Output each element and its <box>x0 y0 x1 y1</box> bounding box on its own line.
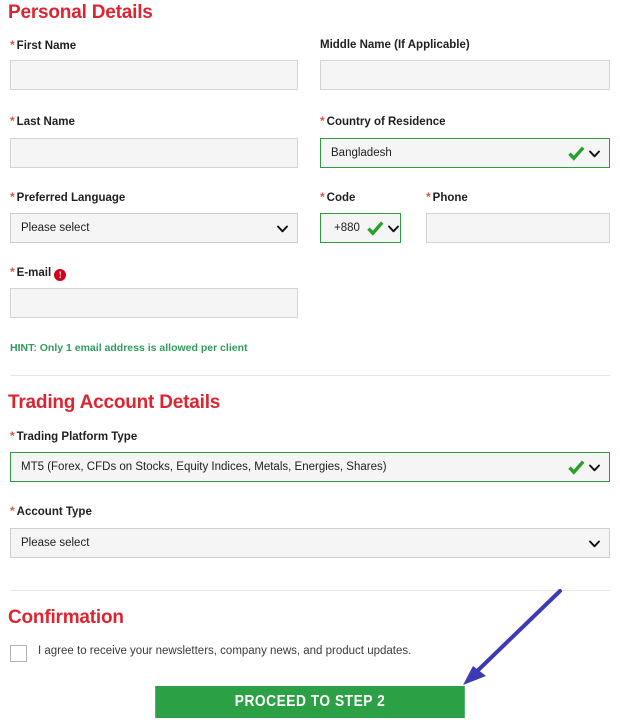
chevron-down-icon <box>588 147 601 160</box>
phone-input[interactable] <box>426 213 610 243</box>
label-trading-platform-type: * Trading Platform Type <box>10 429 137 444</box>
required-marker: * <box>10 190 15 204</box>
section-title-trading-account-details: Trading Account Details <box>8 392 221 413</box>
newsletter-checkbox-label: I agree to receive your newsletters, com… <box>38 645 412 657</box>
label-code: * Code <box>320 190 355 205</box>
newsletter-checkbox[interactable] <box>10 645 27 662</box>
chevron-down-icon <box>588 461 601 474</box>
section-title-confirmation: Confirmation <box>8 607 124 628</box>
preferred-language-select[interactable]: Please select <box>10 213 298 243</box>
registration-form-page: Personal Details * First Name Middle Name… <box>0 0 620 725</box>
required-marker: * <box>320 114 325 128</box>
label-account-type-text: Account Type <box>16 506 92 518</box>
required-marker: * <box>320 190 325 204</box>
trading-platform-type-select[interactable]: MT5 (Forex, CFDs on Stocks, Equity Indic… <box>10 452 610 482</box>
label-preferred-language: * Preferred Language <box>10 190 125 205</box>
label-last-name: * Last Name <box>10 114 75 129</box>
label-phone-text: Phone <box>432 192 468 204</box>
label-first-name: * First Name <box>10 38 76 53</box>
label-email: * E-mail! <box>10 265 67 281</box>
country-of-residence-select[interactable]: Bangladesh <box>320 138 610 168</box>
country-of-residence-value: Bangladesh <box>331 147 392 159</box>
label-trading-platform-type-text: Trading Platform Type <box>16 431 138 443</box>
section-divider-2 <box>10 590 610 591</box>
green-check-icon <box>367 220 384 236</box>
label-email-text: E-mail <box>16 267 52 279</box>
middle-name-input[interactable] <box>320 60 610 90</box>
preferred-language-value: Please select <box>21 222 90 234</box>
label-first-name-text: First Name <box>16 40 77 52</box>
email-input[interactable] <box>10 288 298 318</box>
required-marker: * <box>10 265 15 279</box>
chevron-down-icon <box>588 537 601 550</box>
required-marker: * <box>10 504 15 518</box>
label-middle-name: Middle Name (If Applicable) <box>320 38 470 52</box>
last-name-input[interactable] <box>10 138 298 168</box>
exclamation-circle-icon[interactable]: ! <box>54 269 67 281</box>
green-check-icon <box>568 459 585 475</box>
label-country-of-residence: * Country of Residence <box>320 114 446 129</box>
required-marker: * <box>10 38 15 52</box>
trading-platform-type-value: MT5 (Forex, CFDs on Stocks, Equity Indic… <box>21 461 387 473</box>
account-type-select[interactable]: Please select <box>10 528 610 558</box>
label-last-name-text: Last Name <box>16 116 75 128</box>
country-code-value: +880 <box>334 222 360 234</box>
first-name-input[interactable] <box>10 60 298 90</box>
required-marker: * <box>10 114 15 128</box>
country-code-select[interactable]: +880 <box>320 213 401 243</box>
label-account-type: * Account Type <box>10 504 92 519</box>
account-type-value: Please select <box>21 537 90 549</box>
required-marker: * <box>10 429 15 443</box>
label-code-text: Code <box>326 192 356 204</box>
email-hint-text: HINT: Only 1 email address is allowed pe… <box>10 342 248 354</box>
label-phone: * Phone <box>426 190 468 205</box>
section-divider-1 <box>10 375 610 376</box>
green-check-icon <box>568 145 585 161</box>
label-middle-name-text: Middle Name (If Applicable) <box>320 39 470 51</box>
required-marker: * <box>426 190 431 204</box>
chevron-down-icon <box>387 222 400 235</box>
proceed-to-step-2-button[interactable]: Proceed to Step 2 <box>155 686 465 718</box>
label-preferred-language-text: Preferred Language <box>16 192 126 204</box>
section-title-personal-details: Personal Details <box>8 2 153 23</box>
label-country-of-residence-text: Country of Residence <box>326 116 446 128</box>
chevron-down-icon <box>276 222 289 235</box>
